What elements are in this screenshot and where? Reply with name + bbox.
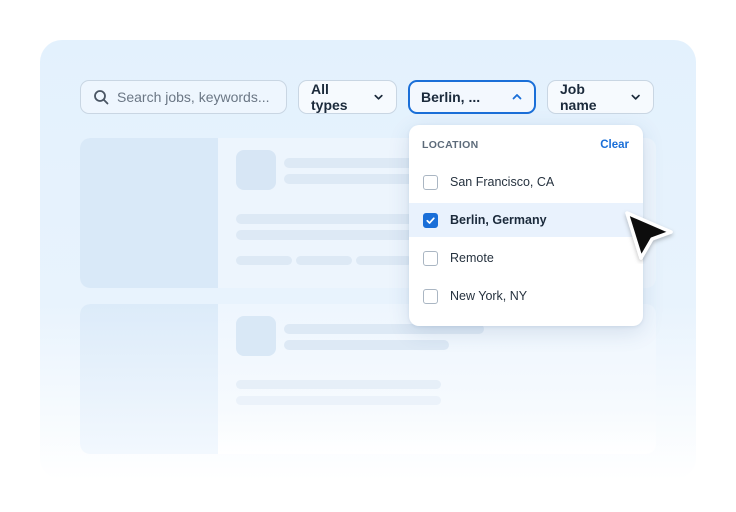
search-placeholder: Search jobs, keywords... <box>117 89 270 105</box>
listing-thumbnail-placeholder <box>80 138 218 288</box>
location-dropdown-menu: LOCATION Clear San Francisco, CA Berlin,… <box>409 125 643 326</box>
chevron-down-icon <box>374 94 383 100</box>
skeleton-logo <box>236 150 276 190</box>
job-listing-placeholder <box>80 304 656 454</box>
location-option-remote[interactable]: Remote <box>409 241 643 275</box>
chevron-up-icon <box>512 94 522 100</box>
skeleton-tag <box>356 256 412 265</box>
location-option-berlin[interactable]: Berlin, Germany <box>409 203 643 237</box>
clear-button[interactable]: Clear <box>600 139 629 151</box>
types-filter-button[interactable]: All types <box>298 80 397 114</box>
checkbox[interactable] <box>423 174 438 190</box>
jobname-filter-button[interactable]: Job name <box>547 80 654 114</box>
skeleton-line <box>236 396 441 405</box>
checkbox[interactable] <box>423 288 438 304</box>
chevron-down-icon <box>631 94 640 100</box>
search-input[interactable]: Search jobs, keywords... <box>80 80 287 114</box>
dropdown-title: LOCATION <box>422 139 479 151</box>
location-option-new-york[interactable]: New York, NY <box>409 279 643 313</box>
checkbox[interactable] <box>423 250 438 266</box>
search-icon <box>94 90 109 105</box>
skeleton-tag <box>236 256 292 265</box>
listing-thumbnail-placeholder <box>80 304 218 454</box>
skeleton-tag <box>296 256 352 265</box>
skeleton-logo <box>236 316 276 356</box>
cursor-pointer-icon <box>625 211 673 260</box>
option-label: Remote <box>450 251 494 265</box>
skeleton-line <box>284 340 449 350</box>
checkmark-icon <box>426 216 435 224</box>
location-option-san-francisco[interactable]: San Francisco, CA <box>409 165 643 199</box>
skeleton-line <box>236 230 436 240</box>
option-label: San Francisco, CA <box>450 175 555 189</box>
option-label: New York, NY <box>450 289 528 303</box>
skeleton-line <box>236 380 441 389</box>
types-filter-label: All types <box>311 81 348 113</box>
location-filter-label: Berlin, ... <box>421 89 481 105</box>
checkbox-checked[interactable] <box>423 212 438 228</box>
dropdown-header: LOCATION Clear <box>422 139 629 151</box>
jobname-filter-label: Job name <box>560 81 597 113</box>
option-label: Berlin, Germany <box>450 213 547 227</box>
location-filter-button[interactable]: Berlin, ... <box>408 80 536 114</box>
